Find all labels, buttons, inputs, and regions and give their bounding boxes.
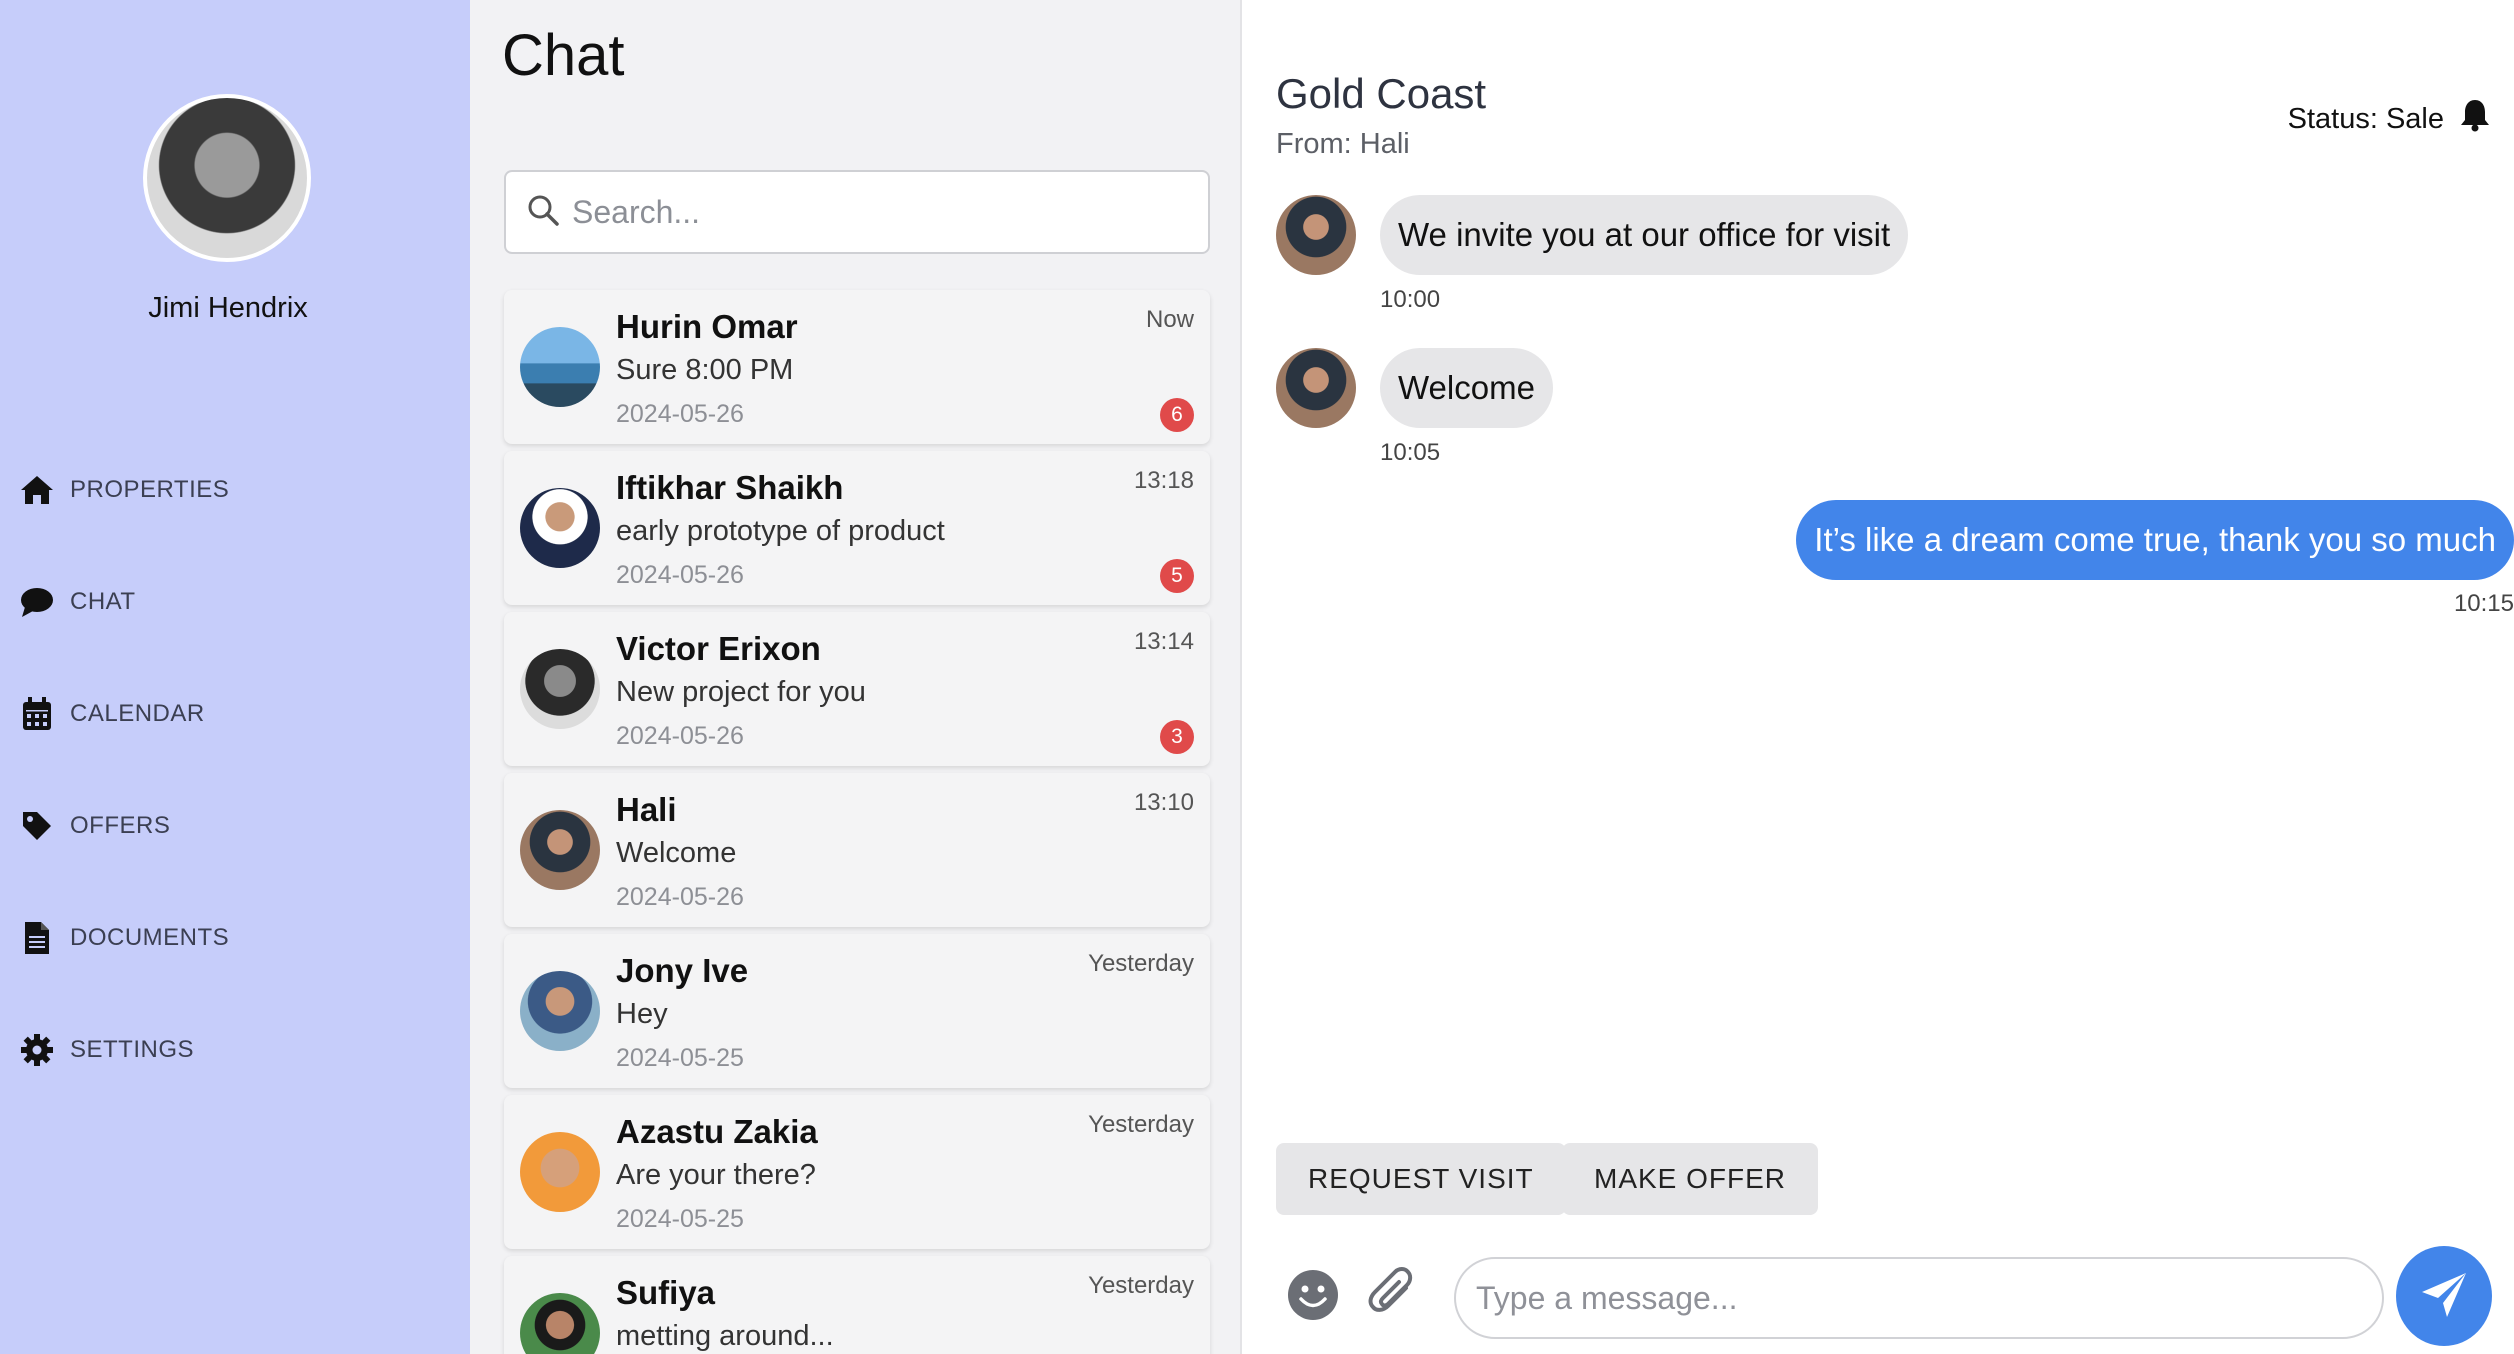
conversation-item[interactable]: Jony Ive Hey 2024-05-25 Yesterday	[504, 934, 1210, 1088]
conversation-preview: metting around...	[616, 1320, 834, 1352]
avatar	[1276, 195, 1356, 275]
avatar	[520, 1293, 600, 1354]
conversation-from: From: Hali	[1276, 128, 1410, 160]
conversation-preview: Are your there?	[616, 1159, 816, 1191]
home-icon	[18, 471, 56, 509]
conversation-time: Now	[1145, 306, 1194, 333]
profile-name: Jimi Hendrix	[148, 292, 308, 324]
chat-list-panel: Chat Hurin Omar Sure 8:00 PM 2024-05-26 …	[470, 0, 1242, 1354]
nav-label: CHAT	[70, 588, 136, 615]
conversation-date: 2024-05-26	[616, 561, 744, 589]
make-offer-button[interactable]: MAKE OFFER	[1562, 1143, 1819, 1215]
conversation-name: Iftikhar Shaikh	[616, 469, 844, 506]
nav-item-settings[interactable]: SETTINGS	[18, 1020, 194, 1080]
conversation-time: Yesterday	[1088, 1272, 1194, 1299]
search-box[interactable]	[504, 170, 1210, 254]
conversation-preview: New project for you	[616, 676, 866, 708]
conversation-item[interactable]: Iftikhar Shaikh early prototype of produ…	[504, 451, 1210, 605]
nav-item-calendar[interactable]: CALENDAR	[18, 684, 205, 744]
conversation-time: 13:18	[1133, 467, 1194, 494]
conversation-title: Gold Coast	[1276, 70, 1487, 117]
conversation-time: 13:14	[1133, 628, 1194, 655]
bell-icon[interactable]	[2460, 98, 2490, 140]
document-icon	[18, 919, 56, 957]
conversation-name: Azastu Zakia	[616, 1113, 818, 1150]
nav-label: OFFERS	[70, 812, 171, 839]
send-button[interactable]	[2396, 1246, 2492, 1346]
conversation-preview: Hey	[616, 998, 668, 1030]
conversation-date: 2024-05-26	[616, 883, 744, 911]
conversation-panel: Gold Coast From: Hali Status: Sale We in…	[1244, 0, 2514, 1354]
message-incoming: Welcome	[1276, 348, 1553, 428]
conversation-item[interactable]: Azastu Zakia Are your there? 2024-05-25 …	[504, 1095, 1210, 1249]
conversation-item[interactable]: Hali Welcome 2024-05-26 13:10	[504, 773, 1210, 927]
status-indicator: Status: Sale	[2288, 98, 2490, 140]
message-bubble: Welcome	[1380, 348, 1553, 428]
calendar-icon	[18, 695, 56, 733]
message-time: 10:15	[2453, 590, 2514, 617]
conversation-date: 2024-05-26	[616, 400, 744, 428]
nav-item-offers[interactable]: OFFERS	[18, 796, 170, 856]
conversation-item[interactable]: Sufiya metting around... Yesterday	[504, 1256, 1210, 1354]
nav-label: SETTINGS	[70, 1036, 195, 1063]
conversation-time: 13:10	[1133, 789, 1194, 816]
conversation-date: 2024-05-25	[616, 1044, 744, 1072]
page-title: Chat	[502, 23, 625, 88]
avatar	[520, 971, 600, 1051]
conversation-preview: Sure 8:00 PM	[616, 354, 794, 386]
conversation-time: Yesterday	[1088, 950, 1194, 977]
nav-item-chat[interactable]: CHAT	[18, 572, 136, 632]
sidebar: Jimi Hendrix PROPERTIES CHAT CALENDAR OF…	[0, 0, 470, 1354]
unread-badge: 3	[1160, 720, 1194, 754]
emoji-icon[interactable]	[1286, 1268, 1340, 1322]
conversation-item[interactable]: Hurin Omar Sure 8:00 PM 2024-05-26 Now 6	[504, 290, 1210, 444]
avatar	[520, 649, 600, 729]
conversation-preview: early prototype of product	[616, 515, 945, 547]
conversation-name: Jony Ive	[616, 952, 749, 989]
avatar	[520, 810, 600, 890]
nav-label: PROPERTIES	[70, 476, 230, 503]
conversation-name: Sufiya	[616, 1274, 716, 1311]
search-icon	[526, 193, 560, 232]
paperclip-icon[interactable]	[1366, 1266, 1420, 1322]
conversation-item[interactable]: Victor Erixon New project for you 2024-0…	[504, 612, 1210, 766]
message-time: 10:05	[1380, 439, 1441, 466]
gear-icon	[18, 1031, 56, 1069]
message-bubble: We invite you at our office for visit	[1380, 195, 1909, 275]
conversation-preview: Welcome	[616, 837, 737, 869]
message-incoming: We invite you at our office for visit	[1276, 195, 1909, 275]
paper-plane-icon	[2419, 1270, 2469, 1323]
avatar	[520, 488, 600, 568]
conversation-date: 2024-05-26	[616, 722, 744, 750]
message-time: 10:00	[1380, 286, 1441, 313]
search-input[interactable]	[572, 193, 1172, 231]
conversation-name: Victor Erixon	[616, 630, 821, 667]
tag-icon	[18, 807, 56, 845]
request-visit-button[interactable]: REQUEST VISIT	[1276, 1143, 1566, 1215]
nav-item-properties[interactable]: PROPERTIES	[18, 460, 229, 520]
avatar	[1276, 348, 1356, 428]
unread-badge: 6	[1160, 398, 1194, 432]
message-outgoing-bubble: It’s like a dream come true, thank you s…	[1796, 500, 2514, 580]
unread-badge: 5	[1160, 559, 1194, 593]
status-text: Status: Sale	[2287, 102, 2444, 135]
avatar	[520, 1132, 600, 1212]
message-input[interactable]	[1454, 1257, 2384, 1339]
conversation-time: Yesterday	[1088, 1111, 1194, 1138]
nav-label: CALENDAR	[70, 700, 205, 727]
conversation-date: 2024-05-25	[616, 1205, 744, 1233]
chat-bubble-icon	[18, 583, 56, 621]
nav-label: DOCUMENTS	[70, 924, 230, 951]
avatar	[520, 327, 600, 407]
profile-avatar[interactable]	[143, 94, 311, 262]
nav-item-documents[interactable]: DOCUMENTS	[18, 908, 229, 968]
conversation-name: Hali	[616, 791, 677, 828]
conversation-name: Hurin Omar	[616, 308, 798, 345]
